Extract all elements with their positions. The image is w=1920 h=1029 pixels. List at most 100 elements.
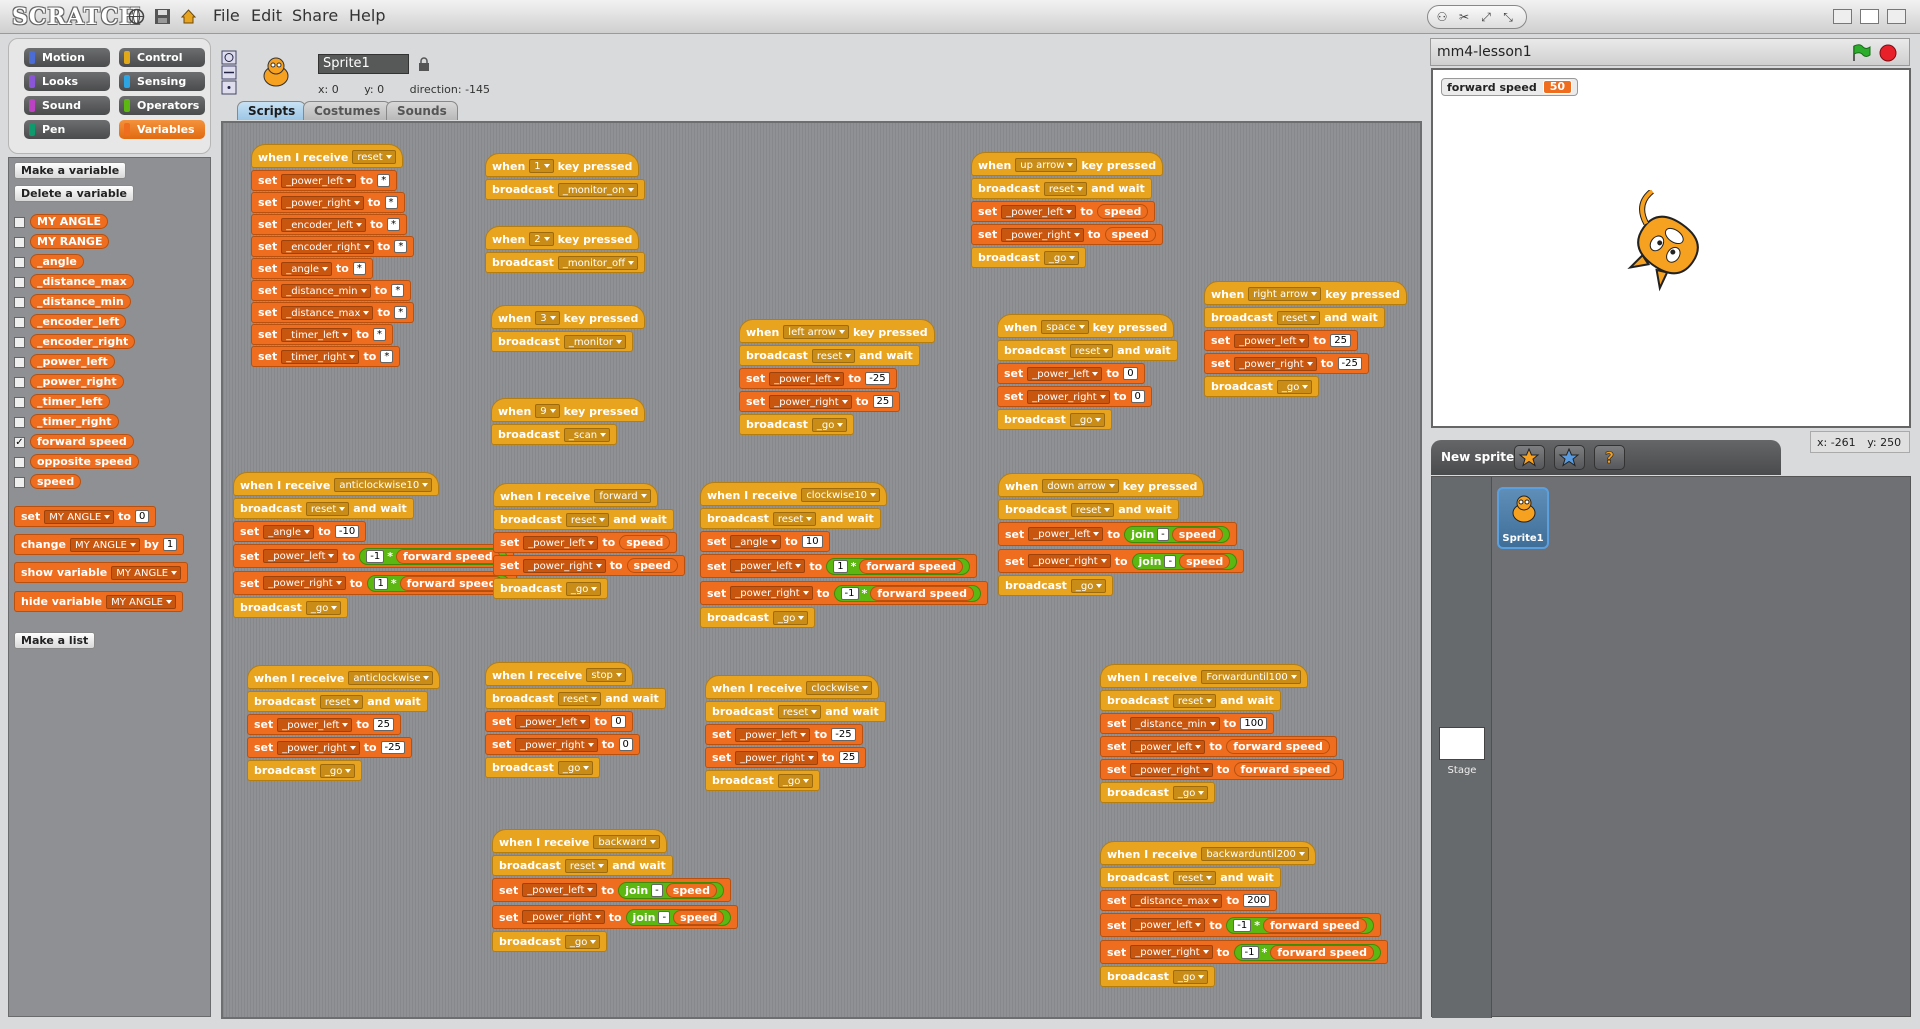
forward-speed-reporter[interactable]: forward speed <box>1233 762 1338 777</box>
set-variable-block[interactable]: set _angle to -10 <box>233 521 367 542</box>
broadcast-block[interactable]: broadcast _go <box>233 597 349 618</box>
variable-dropdown[interactable]: _power_right <box>1130 945 1213 959</box>
key-dropdown[interactable]: up arrow <box>1015 158 1078 172</box>
monitor-checkbox[interactable] <box>14 337 25 348</box>
variable-dropdown[interactable]: _power_left <box>515 714 591 729</box>
variable-block[interactable]: _timer_left <box>30 394 110 409</box>
value-input[interactable]: - <box>1157 527 1169 541</box>
set-variable-block[interactable]: set _encoder_right to * <box>251 236 415 257</box>
value-input[interactable]: 25 <box>872 395 894 408</box>
message-dropdown[interactable]: _go <box>1172 969 1209 984</box>
set-variable-block[interactable]: set _power_left to -1 * forward speed <box>1100 913 1381 937</box>
variable-dropdown[interactable]: _power_left <box>1234 333 1310 348</box>
value-input[interactable]: 1 <box>833 559 848 573</box>
value-input[interactable]: -25 <box>831 728 856 741</box>
message-dropdown[interactable]: _go <box>1043 250 1080 265</box>
variable-dropdown[interactable]: _distance_min <box>281 283 371 298</box>
multiply-operator[interactable]: 1 * forward speed <box>826 557 971 575</box>
broadcast-block[interactable]: broadcast _go <box>493 578 609 599</box>
value-input[interactable]: -25 <box>380 741 405 754</box>
duplicate-icon[interactable]: ⚇ <box>1434 10 1450 24</box>
set-variable-block[interactable]: set _power_left to 0 <box>485 711 633 732</box>
monitor-checkbox[interactable] <box>14 217 25 228</box>
menu-file[interactable]: File <box>213 6 240 25</box>
forward-speed-reporter[interactable]: forward speed <box>859 558 964 574</box>
value-input[interactable]: 1 <box>162 538 178 551</box>
change-variable-block[interactable]: change MY ANGLE by 1 <box>14 534 185 555</box>
value-input[interactable]: -1 <box>1233 918 1252 932</box>
value-input[interactable]: 0 <box>134 510 150 523</box>
variable-dropdown[interactable]: _timer_left <box>281 327 353 342</box>
sprite-name-field[interactable]: Sprite1 <box>318 54 409 74</box>
tab-costumes[interactable]: Costumes <box>303 101 392 120</box>
set-variable-block[interactable]: set _power_right to 25 <box>739 391 901 412</box>
variable-dropdown[interactable]: _power_left <box>735 727 811 742</box>
variable-block[interactable]: _encoder_right <box>30 334 136 349</box>
speed-reporter[interactable]: speed <box>1171 526 1223 542</box>
message-dropdown[interactable]: stop <box>586 668 626 682</box>
set-variable-block[interactable]: set _power_left to 25 <box>247 714 401 735</box>
category-operators[interactable]: Operators <box>119 96 205 115</box>
variable-dropdown[interactable]: _angle <box>281 261 333 276</box>
when-key-pressed-hat[interactable]: when down arrow key pressed <box>998 473 1205 497</box>
set-variable-block[interactable]: set _power_right to -25 <box>1204 353 1369 374</box>
when-key-pressed-hat[interactable]: when 3 key pressed <box>491 305 646 329</box>
message-dropdown[interactable]: reset <box>811 348 856 363</box>
broadcast-and-wait-block[interactable]: broadcast reset and wait <box>971 178 1152 199</box>
message-dropdown[interactable]: _go <box>557 760 594 775</box>
when-i-receive-hat[interactable]: when I receive clockwise10 <box>700 482 888 506</box>
message-dropdown[interactable]: _go <box>319 763 356 778</box>
message-dropdown[interactable]: clockwise <box>806 681 873 695</box>
globe-icon[interactable] <box>128 8 145 25</box>
rotation-style-icons[interactable] <box>221 50 239 96</box>
broadcast-and-wait-block[interactable]: broadcast reset and wait <box>705 701 886 722</box>
message-dropdown[interactable]: forward <box>594 489 651 503</box>
delete-icon[interactable]: ✂ <box>1456 10 1472 24</box>
variable-dropdown[interactable]: _power_right <box>281 195 364 210</box>
monitor-checkbox[interactable] <box>14 357 25 368</box>
set-variable-block[interactable]: set _power_right to join - speed <box>998 549 1245 573</box>
presentation-mode-icon[interactable] <box>1887 9 1906 24</box>
set-variable-block[interactable]: set _power_left to * <box>251 170 398 191</box>
variable-dropdown[interactable]: _distance_max <box>281 305 374 320</box>
when-i-receive-hat[interactable]: when I receive clockwise <box>705 675 880 699</box>
variable-block[interactable]: _timer_right <box>30 414 119 429</box>
value-input[interactable]: * <box>384 196 398 209</box>
variable-dropdown[interactable]: _power_right <box>735 750 818 765</box>
when-i-receive-hat[interactable]: when I receive anticlockwise10 <box>233 472 440 496</box>
join-operator[interactable]: join - speed <box>625 908 732 926</box>
multiply-operator[interactable]: -1 * forward speed <box>1233 943 1381 961</box>
broadcast-and-wait-block[interactable]: broadcast reset and wait <box>492 855 673 876</box>
value-input[interactable]: * <box>352 262 366 275</box>
set-variable-block[interactable]: set _power_right to speed <box>493 555 685 576</box>
normal-stage-layout-icon[interactable] <box>1860 9 1879 24</box>
variable-dropdown[interactable]: _power_left <box>730 559 806 573</box>
broadcast-block[interactable]: broadcast _go <box>971 247 1087 268</box>
stage-canvas[interactable]: forward speed 50 <box>1431 68 1911 428</box>
value-input[interactable]: 25 <box>1330 334 1351 347</box>
broadcast-block[interactable]: broadcast _monitor_off <box>485 252 646 273</box>
multiply-operator[interactable]: -1 * forward speed <box>359 547 507 565</box>
message-dropdown[interactable]: Forwarduntil100 <box>1201 670 1301 684</box>
multiply-operator[interactable]: -1 * forward speed <box>833 584 981 602</box>
set-variable-block[interactable]: set _timer_right to * <box>251 346 401 367</box>
broadcast-and-wait-block[interactable]: broadcast reset and wait <box>493 509 674 530</box>
set-variable-block[interactable]: set _power_left to -1 * forward speed <box>233 544 514 568</box>
value-input[interactable]: * <box>377 174 391 187</box>
value-input[interactable]: * <box>394 240 408 253</box>
message-dropdown[interactable]: reset <box>1070 502 1115 517</box>
value-input[interactable]: 10 <box>801 535 823 548</box>
variable-block[interactable]: _encoder_left <box>30 314 127 329</box>
set-variable-block[interactable]: set _power_right to 0 <box>997 386 1152 407</box>
variable-dropdown[interactable]: _power_left <box>1001 204 1077 219</box>
variable-dropdown[interactable]: MY ANGLE <box>44 509 115 524</box>
set-variable-block[interactable]: set MY ANGLE to 0 <box>14 506 157 527</box>
variable-dropdown[interactable]: MY ANGLE <box>106 594 176 609</box>
category-motion[interactable]: Motion <box>24 48 110 67</box>
monitor-checkbox[interactable] <box>14 417 25 428</box>
speed-reporter[interactable]: speed <box>1097 204 1149 219</box>
when-i-receive-hat[interactable]: when I receive stop <box>485 662 633 686</box>
when-key-pressed-hat[interactable]: when left arrow key pressed <box>739 319 935 343</box>
join-operator[interactable]: join - speed <box>1131 552 1238 570</box>
monitor-checkbox[interactable] <box>14 377 25 388</box>
